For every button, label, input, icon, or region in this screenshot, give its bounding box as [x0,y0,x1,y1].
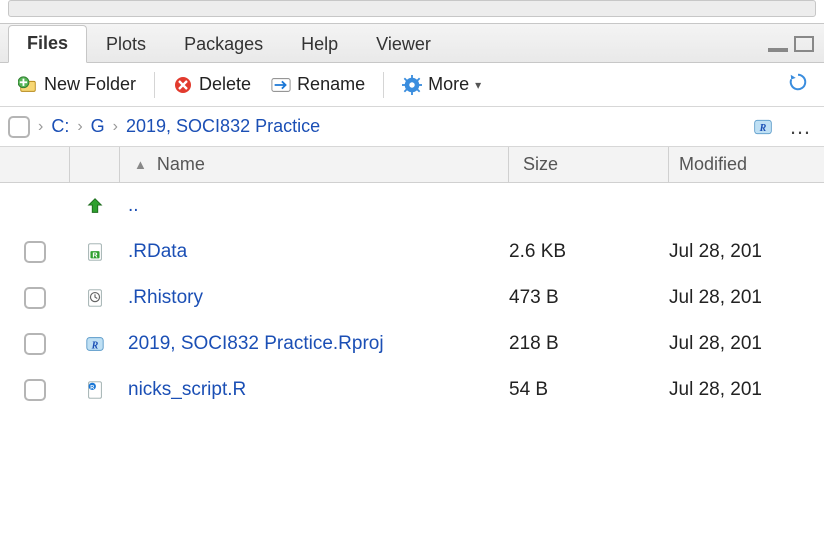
chevron-right-icon: › [113,118,118,136]
file-modified: Jul 28, 201 [669,333,824,355]
tab-packages[interactable]: Packages [165,26,282,63]
file-link[interactable]: .Rhistory [128,287,203,308]
rdata-file-icon: R [85,242,105,262]
file-link[interactable]: nicks_script.R [128,379,246,400]
tab-viewer[interactable]: Viewer [357,26,450,63]
row-checkbox[interactable] [24,333,46,355]
file-link[interactable]: 2019, SOCI832 Practice.Rproj [128,333,384,354]
table-row: R .RData 2.6 KB Jul 28, 201 [0,229,824,275]
tab-help[interactable]: Help [282,26,357,63]
sort-asc-icon: ▲ [134,157,147,172]
more-button[interactable]: More ▾ [394,72,489,97]
breadcrumb-drive[interactable]: C: [51,116,69,137]
file-size: 473 B [509,287,669,309]
breadcrumb-folder-2[interactable]: 2019, SOCI832 Practice [126,116,320,137]
file-modified: Jul 28, 201 [669,241,824,263]
tab-files[interactable]: Files [8,25,87,63]
more-options-icon[interactable]: … [785,114,816,140]
rproj-file-icon: R [85,334,105,354]
column-modified[interactable]: Modified [669,147,824,182]
up-arrow-icon [85,196,105,216]
chevron-right-icon: › [38,118,43,136]
file-modified: Jul 28, 201 [669,287,824,309]
file-link[interactable]: .RData [128,241,187,262]
delete-label: Delete [199,74,251,95]
column-name-label: Name [157,154,205,175]
chevron-down-icon: ▾ [475,78,481,92]
breadcrumb: › C: › G › 2019, SOCI832 Practice R … [0,107,824,147]
gear-icon [402,75,422,95]
parent-dir-link[interactable]: .. [128,195,139,216]
column-name[interactable]: ▲ Name [120,147,509,182]
toolbar-sep-2 [383,72,384,98]
refresh-button[interactable] [782,70,814,100]
svg-text:R: R [91,341,99,352]
history-file-icon [85,288,105,308]
chevron-right-icon: › [77,118,82,136]
new-folder-button[interactable]: New Folder [10,72,144,97]
file-modified: Jul 28, 201 [669,379,824,401]
file-size: 2.6 KB [509,241,669,263]
tab-plots[interactable]: Plots [87,26,165,63]
file-size: 218 B [509,333,669,355]
delete-icon [173,75,193,95]
minimize-icon[interactable] [768,36,788,52]
rename-button[interactable]: Rename [263,72,373,97]
column-size[interactable]: Size [509,147,669,182]
maximize-icon[interactable] [794,36,814,52]
rename-icon [271,75,291,95]
row-checkbox[interactable] [24,241,46,263]
pane-separator-top [8,0,816,17]
table-row: R 2019, SOCI832 Practice.Rproj 218 B Jul… [0,321,824,367]
file-size: 54 B [509,379,669,401]
svg-text:R: R [759,123,767,134]
delete-button[interactable]: Delete [165,72,259,97]
breadcrumb-folder-1[interactable]: G [91,116,105,137]
row-checkbox[interactable] [24,379,46,401]
new-folder-icon [18,75,38,95]
table-row: R nicks_script.R 54 B Jul 28, 201 [0,367,824,413]
column-modified-label: Modified [679,154,747,175]
new-folder-label: New Folder [44,74,136,95]
row-checkbox[interactable] [24,287,46,309]
pane-tabs: Files Plots Packages Help Viewer [0,23,824,63]
column-icon [70,147,120,182]
svg-text:R: R [92,250,98,259]
select-all-checkbox[interactable] [8,116,30,138]
columns-header: ▲ Name Size Modified [0,147,824,183]
svg-text:R: R [90,385,94,391]
more-label: More [428,74,469,95]
file-list: .. R .RData 2.6 KB Jul 28, 201 [0,183,824,413]
refresh-icon [788,72,808,92]
parent-directory-row[interactable]: .. [0,183,824,229]
column-check [0,147,70,182]
rscript-file-icon: R [85,380,105,400]
rproject-icon[interactable]: R [753,117,773,137]
toolbar-sep [154,72,155,98]
files-toolbar: New Folder Delete Rename [0,63,824,107]
table-row: .Rhistory 473 B Jul 28, 201 [0,275,824,321]
pane-window-controls [768,36,814,52]
rename-label: Rename [297,74,365,95]
column-size-label: Size [523,154,558,175]
